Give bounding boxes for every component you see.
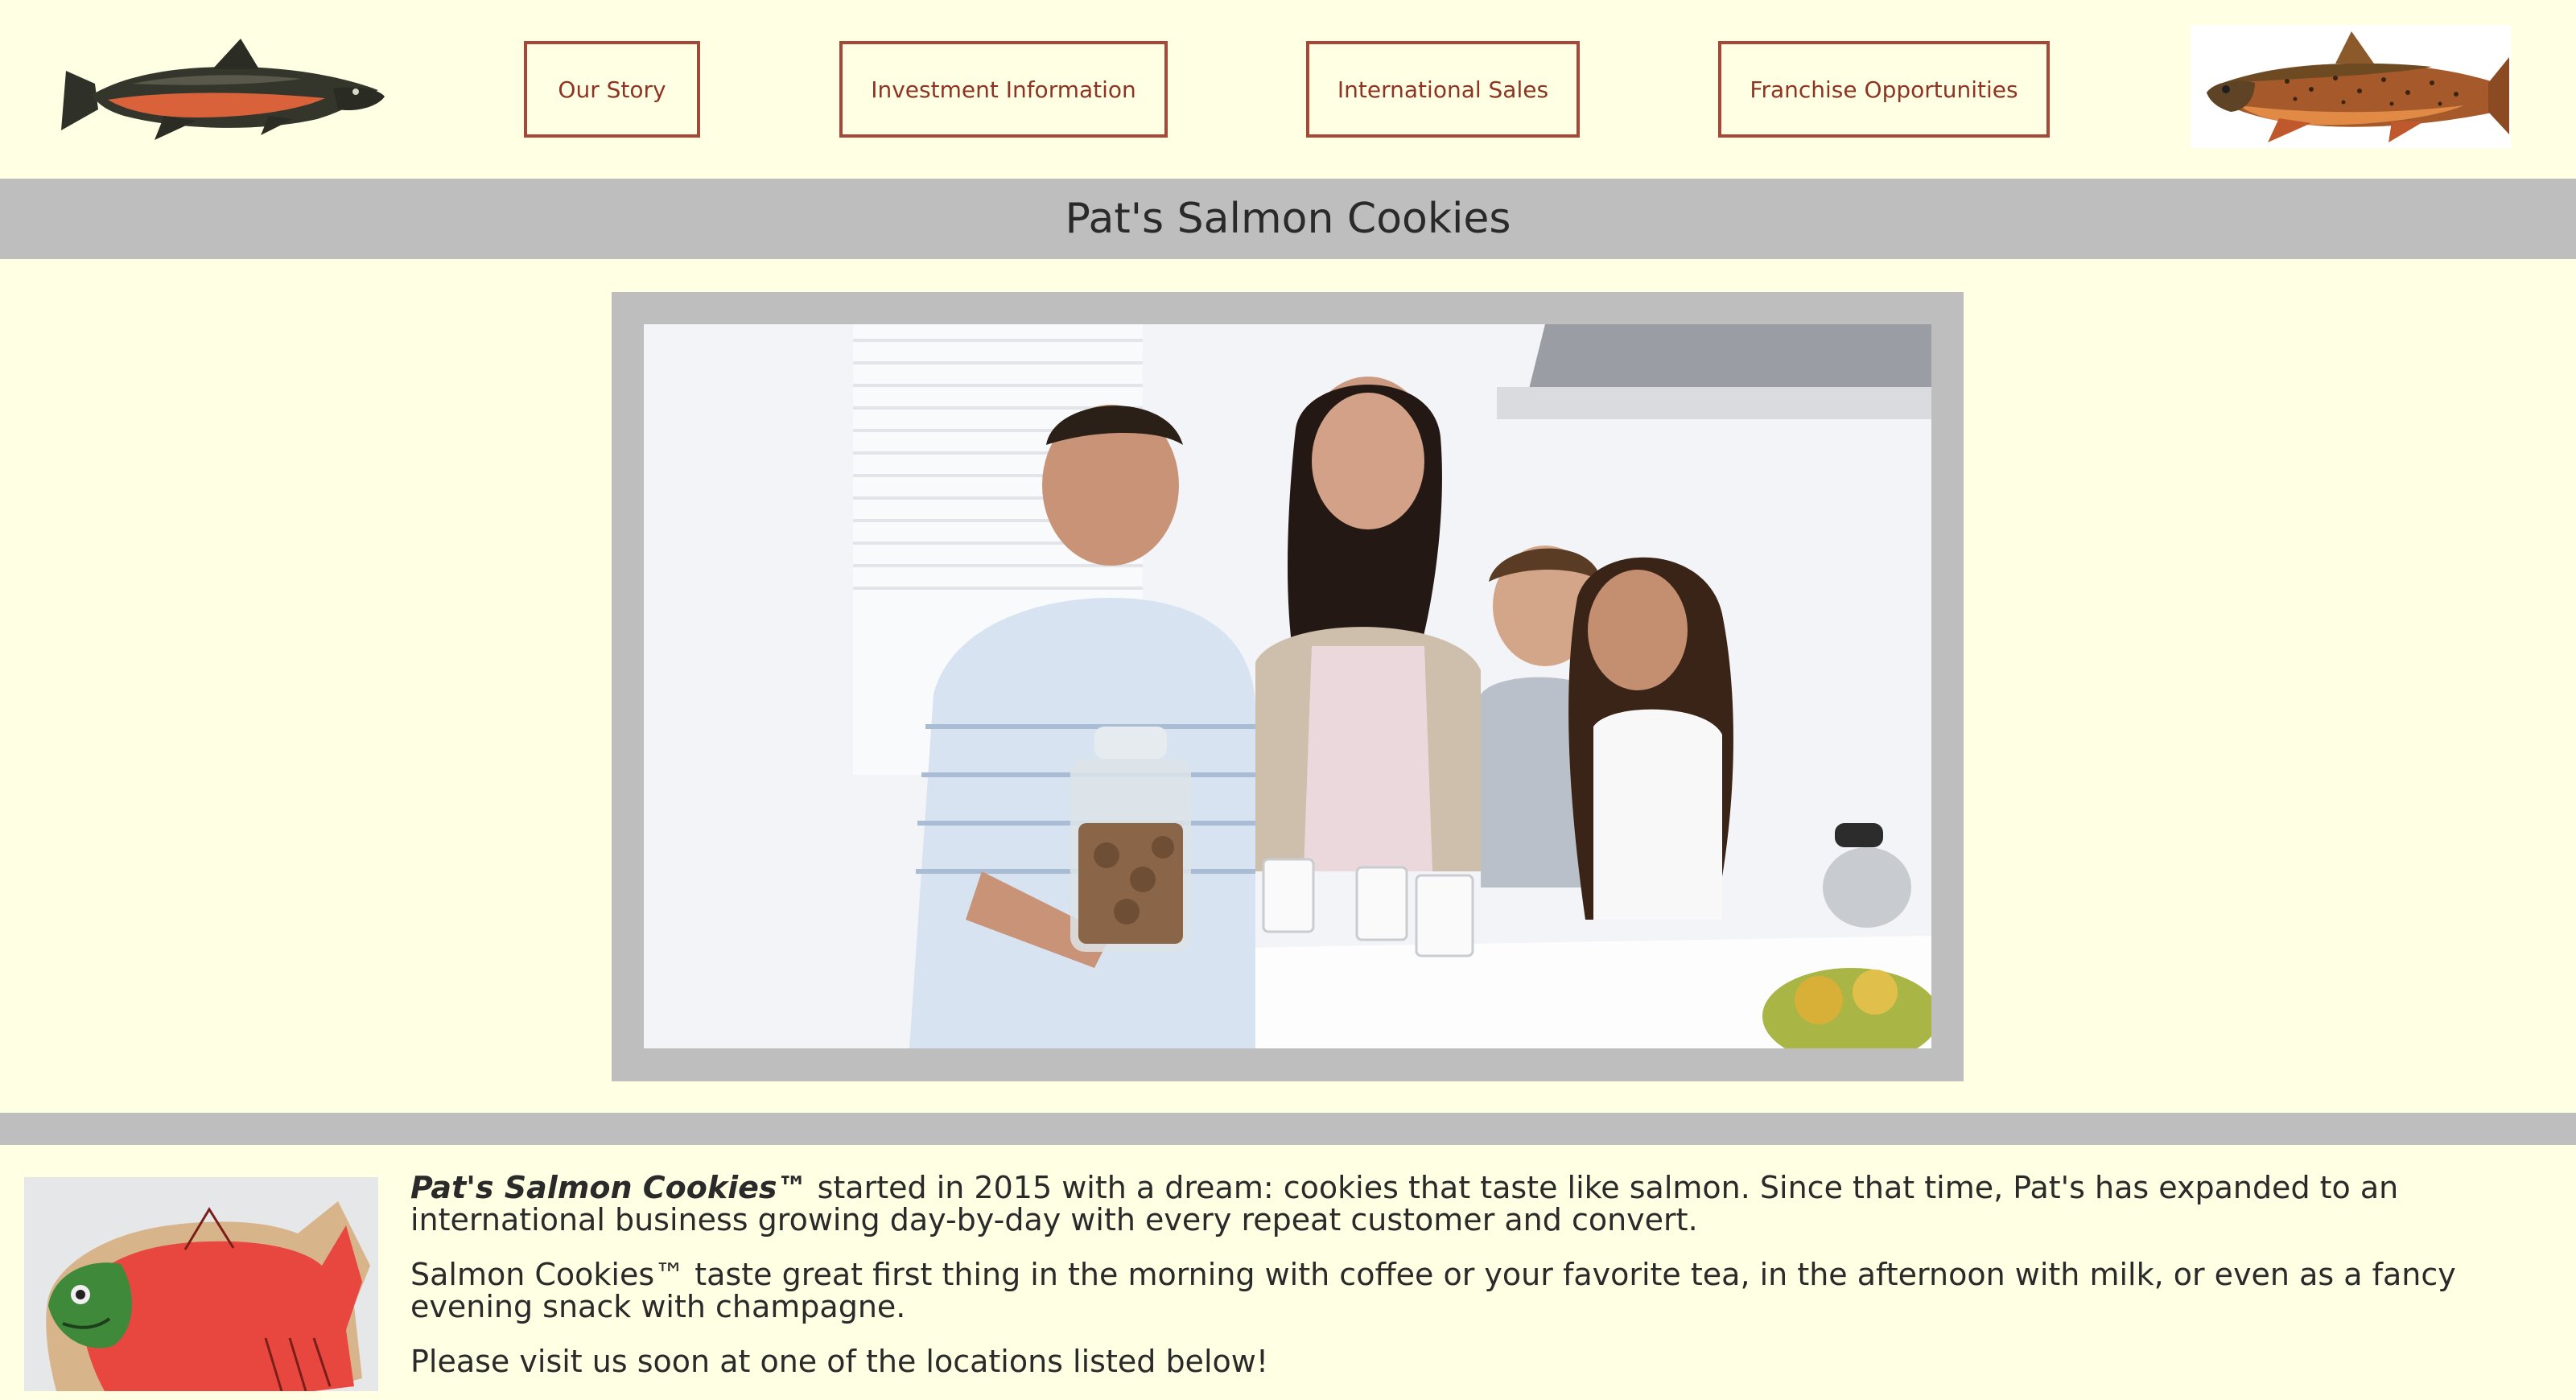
salmon-cookie-image — [24, 1177, 378, 1391]
intro-paragraph-1: Pat's Salmon Cookies™ started in 2015 wi… — [410, 1171, 2543, 1236]
nav-international-sales-button[interactable]: International Sales — [1306, 41, 1580, 138]
nav-franchise-opportunities-label: Franchise Opportunities — [1750, 76, 2018, 103]
intro-paragraph-3: Please visit us soon at one of the locat… — [410, 1344, 1269, 1379]
nav-our-story-label: Our Story — [558, 76, 666, 103]
site-header: Our Story Investment Information Interna… — [0, 0, 2576, 179]
hero-image-frame — [612, 292, 1964, 1081]
nav-our-story-button[interactable]: Our Story — [524, 41, 700, 138]
intro-content: Pat's Salmon Cookies™ started in 2015 wi… — [410, 1171, 2543, 1400]
brand-name: Pat's Salmon Cookies™ — [410, 1170, 808, 1205]
intro-paragraph-2: Salmon Cookies™ taste great first thing … — [410, 1257, 2456, 1324]
salmon-logo-icon — [60, 32, 386, 140]
family-kitchen-photo — [644, 324, 1931, 1048]
title-band: Pat's Salmon Cookies — [0, 179, 2576, 259]
nav-franchise-opportunities-button[interactable]: Franchise Opportunities — [1718, 41, 2050, 138]
page-title: Pat's Salmon Cookies — [1065, 195, 1511, 243]
nav-investment-information-label: Investment Information — [871, 76, 1136, 103]
section-divider — [0, 1113, 2576, 1145]
nav-international-sales-label: International Sales — [1337, 76, 1549, 103]
trout-logo-icon — [2191, 25, 2511, 148]
nav-investment-information-button[interactable]: Investment Information — [839, 41, 1168, 138]
